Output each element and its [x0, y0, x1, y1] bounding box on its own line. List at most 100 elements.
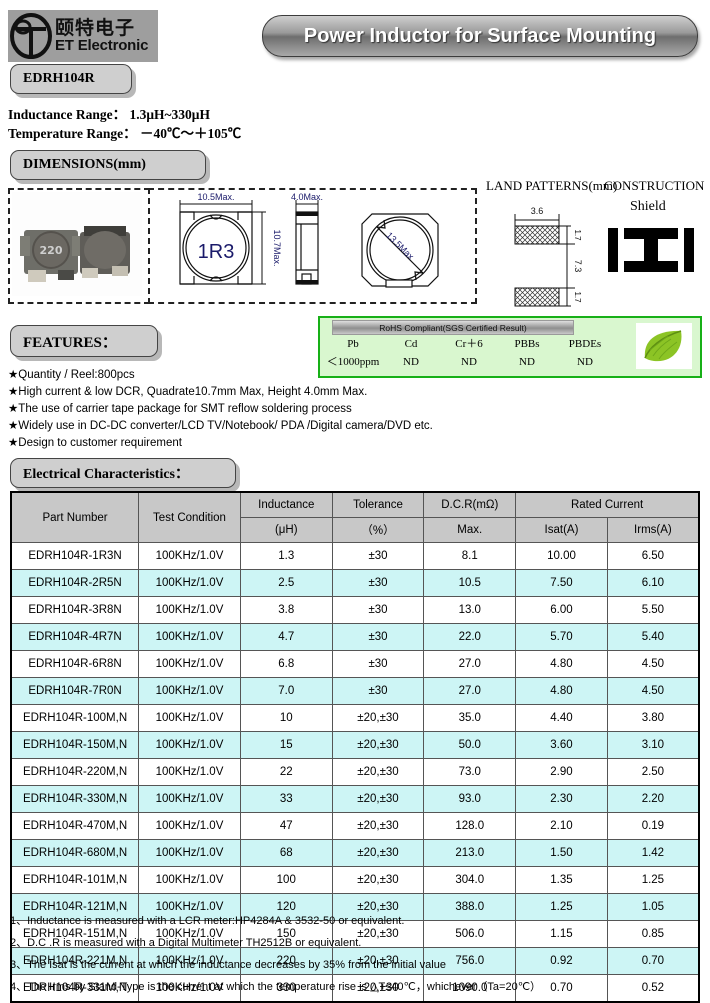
cell-tolerance: ±20,±30: [332, 840, 424, 867]
cell-dcr: 128.0: [424, 813, 516, 840]
table-row: EDRH104R-680M,N100KHz/1.0V68±20,±30213.0…: [11, 840, 699, 867]
cell-inductance: 22: [240, 759, 332, 786]
svg-text:1R3: 1R3: [198, 241, 235, 263]
cell-irms: 5.50: [607, 597, 699, 624]
cell-irms: 5.40: [607, 624, 699, 651]
svg-text:7.3: 7.3: [573, 260, 583, 273]
logo-english-name: ET Electronic: [55, 38, 148, 54]
svg-text:10.5Max.: 10.5Max.: [197, 192, 234, 202]
cell-irms: 6.10: [607, 570, 699, 597]
table-row: EDRH104R-6R8N100KHz/1.0V6.8±3027.04.804.…: [11, 651, 699, 678]
cell-isat: 3.60: [516, 732, 608, 759]
cell-isat: 1.35: [516, 867, 608, 894]
cell-test-condition: 100KHz/1.0V: [139, 813, 241, 840]
cell-tolerance: ±20,±30: [332, 813, 424, 840]
series-pill-label: EDRH104R: [23, 71, 95, 87]
series-pill: EDRH104R: [10, 64, 132, 94]
footnote: 4、The Irms by Stand-Type is the current …: [10, 978, 541, 994]
cell-test-condition: 100KHz/1.0V: [139, 732, 241, 759]
cell-isat: 10.00: [516, 543, 608, 570]
cell-tolerance: ±30: [332, 678, 424, 705]
cell-isat: 2.90: [516, 759, 608, 786]
cell-inductance: 47: [240, 813, 332, 840]
table-row: EDRH104R-3R8N100KHz/1.0V3.8±3013.06.005.…: [11, 597, 699, 624]
cell-tolerance: ±30: [332, 624, 424, 651]
cell-dcr: 27.0: [424, 651, 516, 678]
product-photo: 220: [12, 192, 142, 296]
cell-inductance: 68: [240, 840, 332, 867]
cell-isat: 2.30: [516, 786, 608, 813]
cell-irms: 1.42: [607, 840, 699, 867]
leaf-icon: [639, 326, 689, 366]
cell-irms: 4.50: [607, 678, 699, 705]
footnote: 2、D.C .R is measured with a Digital Mult…: [10, 934, 361, 950]
cell-dcr: 213.0: [424, 840, 516, 867]
col-rated-current: Rated Current: [516, 492, 699, 518]
cell-part-number: EDRH104R-6R8N: [11, 651, 139, 678]
cell-tolerance: ±20,±30: [332, 759, 424, 786]
svg-text:1.7: 1.7: [573, 291, 582, 303]
cell-dcr: 506.0: [424, 921, 516, 948]
land-pattern-drawing: 3.6 1.7 7.3 1.7: [505, 200, 585, 310]
table-row: EDRH104R-220M,N100KHz/1.0V22±20,±3073.02…: [11, 759, 699, 786]
cell-test-condition: 100KHz/1.0V: [139, 543, 241, 570]
footnote: 1、Inductance is measured with a LCR mete…: [10, 912, 404, 928]
construction-title: CONSTRUCTION: [604, 178, 704, 194]
table-header-row: Part Number Test Condition Inductance To…: [11, 492, 699, 518]
cell-test-condition: 100KHz/1.0V: [139, 624, 241, 651]
rohs-substance: PBBs: [498, 335, 556, 353]
cell-irms: 3.10: [607, 732, 699, 759]
cell-irms: 1.25: [607, 867, 699, 894]
table-row: EDRH104R-100M,N100KHz/1.0V10±20,±3035.04…: [11, 705, 699, 732]
cell-dcr: 93.0: [424, 786, 516, 813]
col-inductance-unit: (μH): [240, 518, 332, 543]
page-title-text: Power Inductor for Surface Mounting: [304, 25, 656, 48]
footnote: 3、The Isat is the current at which the i…: [10, 956, 446, 972]
rohs-substance: Cr＋6: [440, 335, 498, 353]
table-row: EDRH104R-150M,N100KHz/1.0V15±20,±3050.03…: [11, 732, 699, 759]
cell-irms: 1.05: [607, 894, 699, 921]
cell-tolerance: ±20,±30: [332, 705, 424, 732]
cell-dcr: 35.0: [424, 705, 516, 732]
cell-irms: 4.50: [607, 651, 699, 678]
cell-inductance: 2.5: [240, 570, 332, 597]
cell-test-condition: 100KHz/1.0V: [139, 786, 241, 813]
cell-irms: 3.80: [607, 705, 699, 732]
table-row: EDRH104R-2R5N100KHz/1.0V2.5±3010.57.506.…: [11, 570, 699, 597]
cell-isat: 6.00: [516, 597, 608, 624]
table-row: EDRH104R-470M,N100KHz/1.0V47±20,±30128.0…: [11, 813, 699, 840]
feature-item: ★Design to customer requirement: [8, 435, 182, 449]
cell-part-number: EDRH104R-680M,N: [11, 840, 139, 867]
cell-test-condition: 100KHz/1.0V: [139, 705, 241, 732]
table-row: EDRH104R-1R3N100KHz/1.0V1.3±308.110.006.…: [11, 543, 699, 570]
svg-text:10.7Max.: 10.7Max.: [272, 229, 282, 266]
construction-type: Shield: [630, 199, 666, 215]
col-inductance: Inductance: [240, 492, 332, 518]
cell-isat: 1.15: [516, 921, 608, 948]
page-title: Power Inductor for Surface Mounting: [262, 15, 698, 57]
rohs-value: ＜1000ppm: [324, 353, 382, 371]
cell-dcr: 50.0: [424, 732, 516, 759]
rohs-substance-table: Pb Cd Cr＋6 PBBs PBDEs ＜1000ppm ND ND ND …: [324, 335, 614, 371]
col-dcr-unit: Max.: [424, 518, 516, 543]
svg-text:3.6: 3.6: [531, 206, 544, 216]
cell-part-number: EDRH104R-7R0N: [11, 678, 139, 705]
cell-test-condition: 100KHz/1.0V: [139, 597, 241, 624]
col-tolerance: Tolerance: [332, 492, 424, 518]
cell-test-condition: 100KHz/1.0V: [139, 651, 241, 678]
rohs-compliance-box: RoHS Compliant(SGS Certified Result) Pb …: [318, 316, 702, 378]
cell-tolerance: ±30: [332, 543, 424, 570]
cell-part-number: EDRH104R-1R3N: [11, 543, 139, 570]
cell-test-condition: 100KHz/1.0V: [139, 570, 241, 597]
cell-test-condition: 100KHz/1.0V: [139, 867, 241, 894]
rohs-substance: PBDEs: [556, 335, 614, 353]
electrical-section-pill: Electrical Characteristics：: [10, 458, 236, 488]
features-section-pill: FEATURES：: [10, 325, 158, 357]
table-row: EDRH104R-330M,N100KHz/1.0V33±20,±3093.02…: [11, 786, 699, 813]
col-irms: Irms(A): [607, 518, 699, 543]
temperature-range: Temperature Range： －40℃～＋105℃: [8, 122, 241, 142]
eco-leaf-badge: [636, 323, 692, 369]
feature-item: ★Widely use in DC-DC converter/LCD TV/No…: [8, 418, 433, 432]
cell-part-number: EDRH104R-150M,N: [11, 732, 139, 759]
svg-text:4.0Max.: 4.0Max.: [291, 192, 323, 202]
